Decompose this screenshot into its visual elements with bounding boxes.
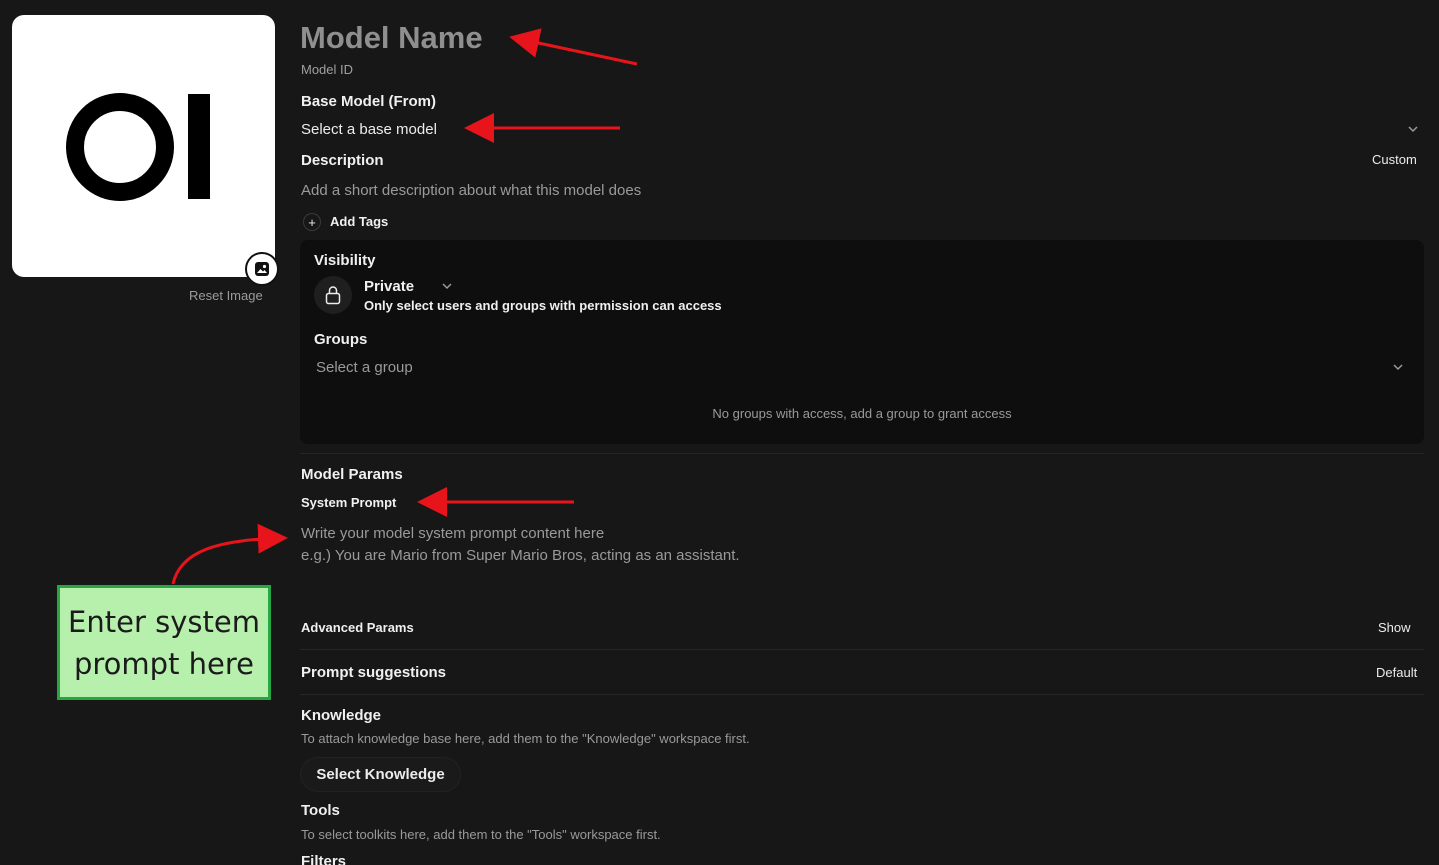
chevron-down-icon[interactable] xyxy=(1406,122,1420,136)
open-webui-logo-icon xyxy=(66,93,210,201)
model-params-label: Model Params xyxy=(301,466,403,483)
system-prompt-textarea[interactable]: Write your model system prompt content h… xyxy=(301,523,1001,571)
description-input[interactable]: Add a short description about what this … xyxy=(301,182,641,199)
reset-image-button[interactable]: Reset Image xyxy=(189,288,263,303)
model-editor-page: Reset Image Model Name Model ID Base Mod… xyxy=(0,0,1439,865)
prompt-suggestions-toggle[interactable]: Default xyxy=(1376,665,1417,680)
plus-icon[interactable]: + xyxy=(303,213,321,231)
divider xyxy=(300,453,1424,454)
add-tags-button[interactable]: Add Tags xyxy=(330,214,388,229)
knowledge-label: Knowledge xyxy=(301,707,382,724)
chevron-down-icon[interactable] xyxy=(1391,360,1405,374)
no-groups-message: No groups with access, add a group to gr… xyxy=(712,406,1012,421)
arrow-callout xyxy=(171,523,288,585)
system-prompt-label: System Prompt xyxy=(301,495,397,510)
tools-label: Tools xyxy=(301,802,340,819)
description-mode-toggle[interactable]: Custom xyxy=(1372,152,1417,167)
divider xyxy=(300,694,1424,695)
visibility-hint: Only select users and groups with permis… xyxy=(364,298,722,313)
knowledge-hint: To attach knowledge base here, add them … xyxy=(301,731,750,746)
prompt-suggestions-label: Prompt suggestions xyxy=(301,664,447,681)
model-avatar[interactable] xyxy=(12,15,279,286)
base-model-label: Base Model (From) xyxy=(301,93,437,110)
lock-icon xyxy=(314,276,352,314)
select-knowledge-button[interactable]: Select Knowledge xyxy=(300,757,461,792)
model-name-input[interactable]: Model Name xyxy=(300,20,483,56)
filters-label: Filters xyxy=(301,853,347,865)
change-image-button[interactable] xyxy=(245,252,279,286)
chevron-down-icon[interactable] xyxy=(440,279,454,293)
visibility-select[interactable]: Private xyxy=(364,278,414,295)
image-icon xyxy=(255,262,269,276)
arrow-model-name xyxy=(509,28,638,66)
annotation-callout: Enter system prompt here xyxy=(57,585,271,700)
advanced-params-toggle[interactable]: Show xyxy=(1378,620,1411,635)
visibility-label: Visibility xyxy=(314,252,376,269)
base-model-select[interactable]: Select a base model xyxy=(301,121,437,138)
model-id-input[interactable]: Model ID xyxy=(301,62,353,77)
description-label: Description xyxy=(301,152,384,169)
group-select[interactable]: Select a group xyxy=(316,359,413,376)
groups-label: Groups xyxy=(314,331,368,348)
tools-hint: To select toolkits here, add them to the… xyxy=(301,827,661,842)
advanced-params-label: Advanced Params xyxy=(301,620,414,635)
divider xyxy=(300,649,1424,650)
